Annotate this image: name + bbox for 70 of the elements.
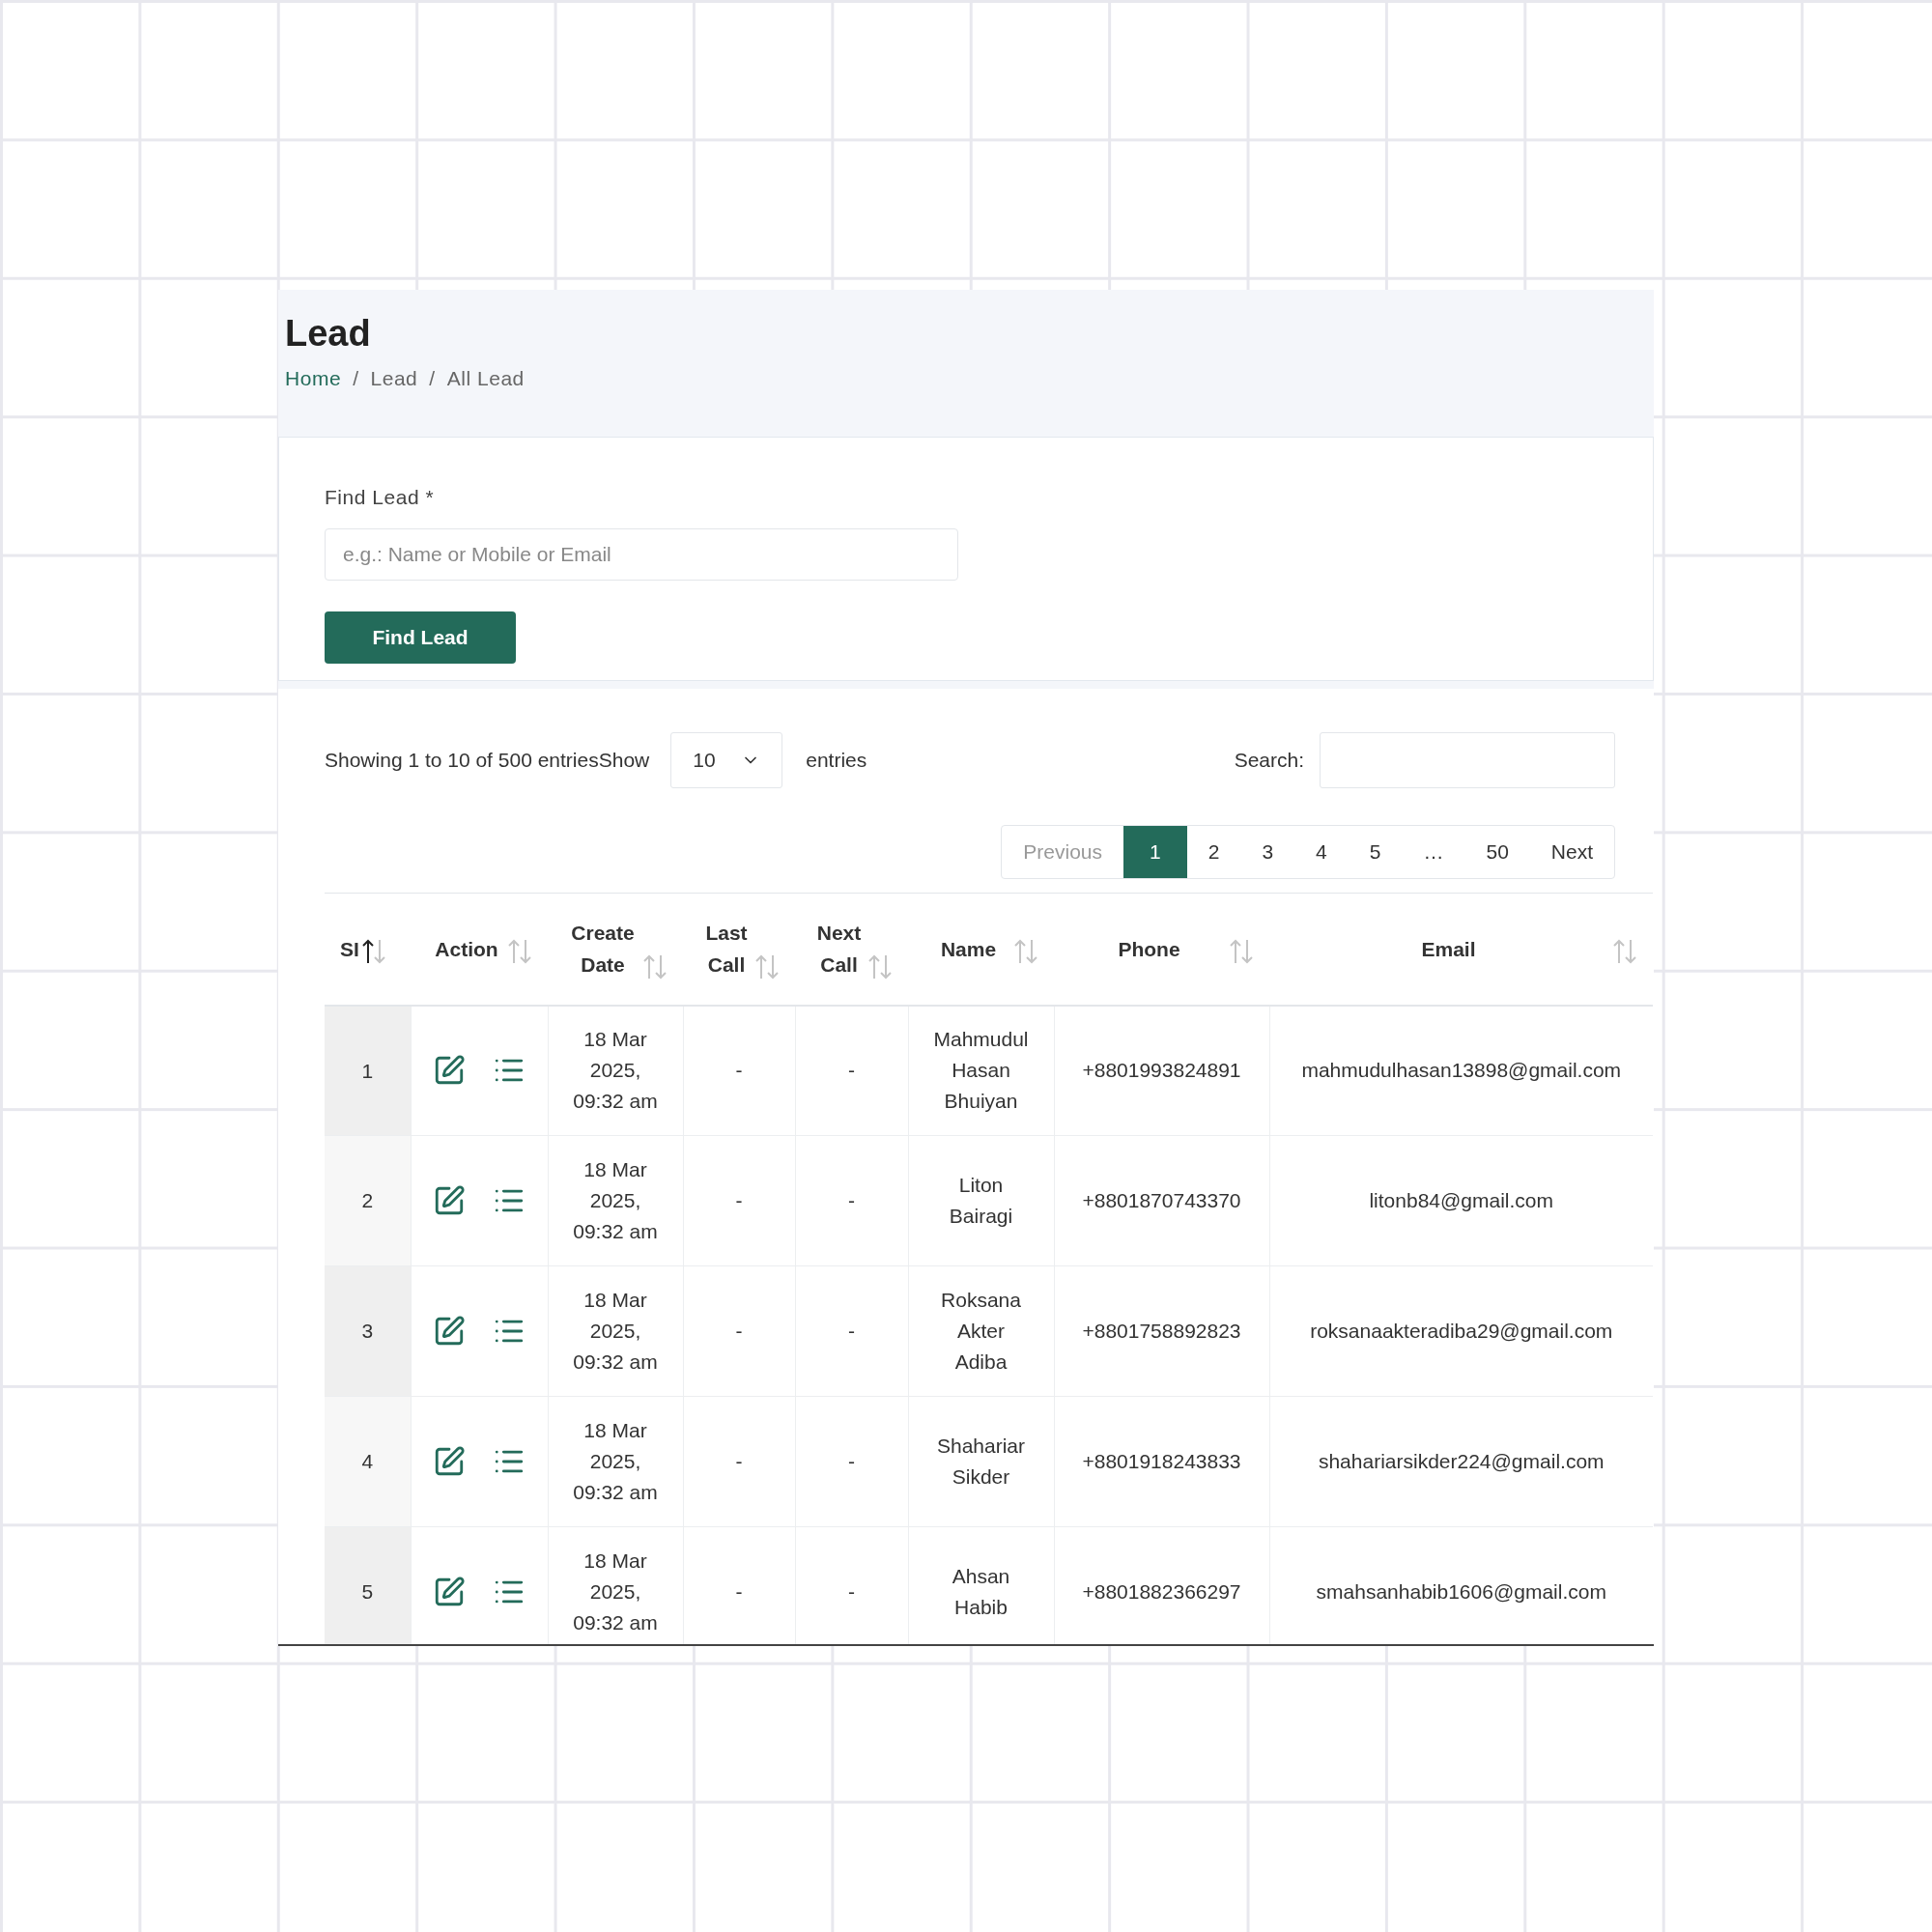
table-cell: litonb84@gmail.com: [1369, 1189, 1554, 1211]
edit-icon[interactable]: [433, 1445, 466, 1478]
table-cell: -: [735, 1450, 743, 1472]
find-lead-button[interactable]: Find Lead: [325, 611, 516, 664]
search-field[interactable]: [1320, 732, 1615, 788]
table-cell: 5: [325, 1526, 411, 1644]
column-header: Create Date: [570, 921, 636, 979]
table-cell: Mahmudul Hasan Bhuiyan: [933, 1028, 1029, 1113]
column-header: Email: [1420, 936, 1477, 962]
entries-label: entries: [806, 748, 867, 774]
page-button[interactable]: 50: [1464, 826, 1530, 878]
table-cell: 3: [325, 1265, 411, 1397]
page-button[interactable]: 4: [1294, 826, 1349, 878]
table-cell: -: [848, 1189, 855, 1211]
column-header: Phone: [1117, 936, 1181, 962]
column-header: SI: [340, 936, 359, 962]
table-cell: shahariarsikder224@gmail.com: [1318, 1450, 1605, 1472]
table-cell: +8801993824891: [1082, 1059, 1241, 1082]
breadcrumb-item: All Lead: [446, 365, 525, 391]
table-cell: +8801918243833: [1082, 1450, 1241, 1472]
table-cell: 18 Mar 2025, 09:32 am: [573, 1028, 658, 1113]
table-cell: -: [735, 1189, 743, 1211]
search-label: Search:: [1234, 748, 1304, 774]
table-cell: -: [848, 1320, 855, 1342]
breadcrumb-link[interactable]: Home: [285, 362, 342, 393]
table-cell: -: [735, 1320, 743, 1342]
table-cell: 18 Mar 2025, 09:32 am: [573, 1158, 658, 1242]
entries-info: Showing 1 to 10 of 500 entriesShow: [325, 748, 650, 774]
page-button[interactable]: 5: [1348, 826, 1403, 878]
edit-icon[interactable]: [433, 1315, 466, 1348]
page-button[interactable]: 1: [1123, 826, 1187, 878]
table-cell: Roksana Akter Adiba: [941, 1289, 1021, 1373]
table-cell: -: [848, 1450, 855, 1472]
table-cell: Shahariar Sikder: [936, 1435, 1026, 1488]
edit-icon[interactable]: [433, 1576, 466, 1608]
column-header: Action: [434, 936, 499, 962]
entries-select[interactable]: 10: [670, 732, 783, 788]
table-cell: +8801870743370: [1082, 1189, 1241, 1211]
breadcrumb-separator: /: [353, 365, 359, 391]
column-header: Last Call: [704, 921, 749, 979]
breadcrumb-item: Lead: [370, 365, 418, 391]
breadcrumb-separator: /: [429, 365, 436, 391]
table-cell: +8801882366297: [1082, 1580, 1241, 1603]
page-button[interactable]: Next: [1529, 826, 1614, 878]
table-cell: 1: [325, 1005, 411, 1136]
table-cell: 18 Mar 2025, 09:32 am: [573, 1289, 658, 1373]
sort-icon[interactable]: [360, 937, 386, 965]
table-cell: -: [735, 1580, 743, 1603]
table-cell: +8801758892823: [1082, 1320, 1241, 1342]
table-cell: 4: [325, 1396, 411, 1527]
page-title: Lead: [285, 312, 371, 355]
table-cell: mahmudulhasan13898@gmail.com: [1301, 1059, 1622, 1082]
table-cell: 18 Mar 2025, 09:32 am: [573, 1549, 658, 1634]
table-cell: roksanaakteradiba29@gmail.com: [1310, 1320, 1613, 1342]
page-button[interactable]: 2: [1186, 826, 1241, 878]
page-button[interactable]: …: [1402, 826, 1465, 878]
find-lead-field[interactable]: e.g.: Name or Mobile or Email: [325, 527, 958, 581]
edit-icon[interactable]: [433, 1184, 466, 1217]
table-cell: 2: [325, 1135, 411, 1266]
table-cell: Liton Bairagi: [949, 1174, 1013, 1227]
column-header: Name: [939, 936, 998, 962]
field-label: Find Lead *: [325, 485, 435, 510]
column-header: Next Call: [815, 921, 863, 979]
table-cell: Ahsan Habib: [952, 1565, 1010, 1618]
table-cell: -: [848, 1059, 855, 1082]
page-button[interactable]: 3: [1240, 826, 1295, 878]
table-cell: -: [735, 1059, 743, 1082]
table-cell: 18 Mar 2025, 09:32 am: [573, 1419, 658, 1503]
table-cell: -: [848, 1580, 855, 1603]
table-cell: smahsanhabib1606@gmail.com: [1316, 1580, 1606, 1603]
